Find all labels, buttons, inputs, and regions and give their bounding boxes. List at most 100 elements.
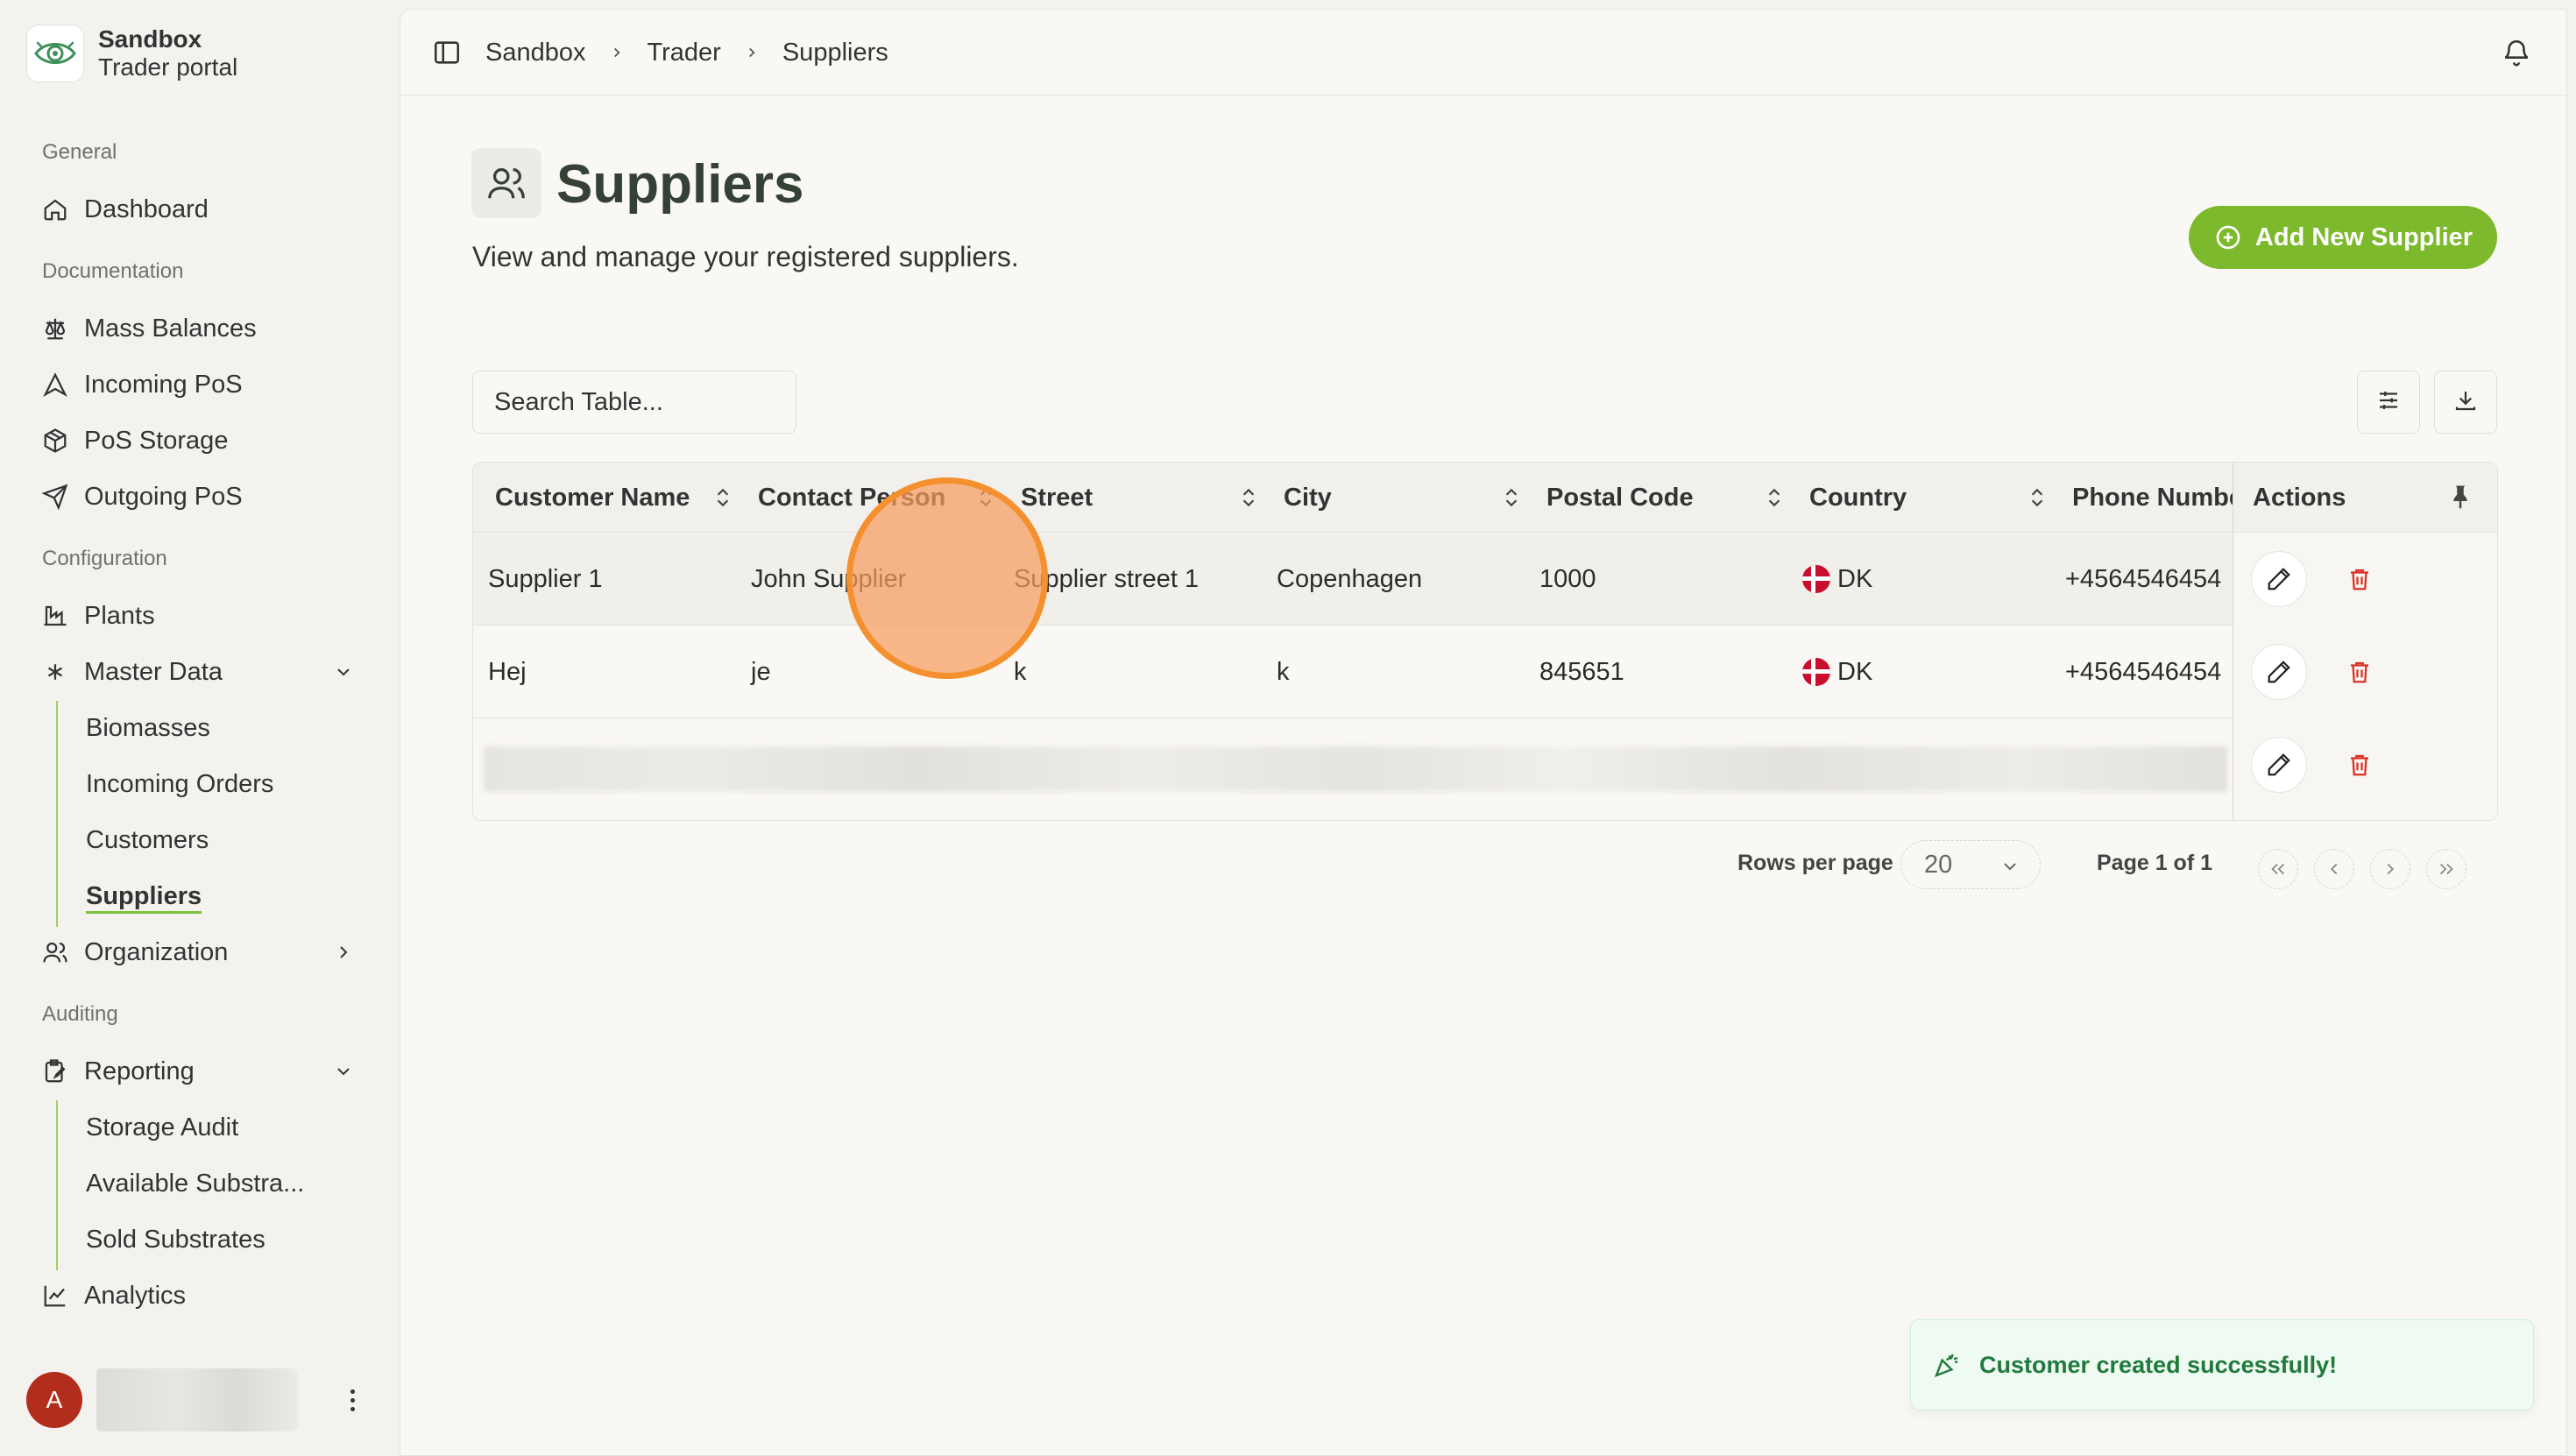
toast-message: Customer created successfully! (1979, 1351, 2338, 1378)
submenu-line (56, 1100, 58, 1270)
bell-icon[interactable] (2502, 38, 2531, 67)
more-vertical-icon[interactable] (343, 1389, 361, 1411)
previous-page-button[interactable] (2314, 849, 2354, 889)
scale-icon (40, 314, 70, 343)
chevron-down-icon[interactable] (329, 658, 357, 686)
sidebar-item-master-data[interactable]: Master Data (40, 647, 357, 696)
users-icon (40, 937, 70, 967)
sidebar-item-mass-balances[interactable]: Mass Balances (40, 304, 357, 353)
column-header-phone-number[interactable]: Phone Numbe (2072, 463, 2243, 533)
avatar[interactable]: A (26, 1372, 82, 1428)
sort-icon[interactable] (1500, 486, 1523, 509)
table-row[interactable]: Hej je k k 845651 DK +4564546454 (473, 626, 2497, 718)
sidebar-item-organization[interactable]: Organization (40, 928, 357, 977)
column-header-postal-code[interactable]: Postal Code (1546, 463, 1694, 533)
chevron-right-icon (2387, 863, 2395, 875)
breadcrumb-item-sandbox[interactable]: Sandbox (485, 39, 586, 67)
sidebar-subitem-customers[interactable]: Customers (86, 816, 209, 865)
last-page-button[interactable] (2426, 849, 2466, 889)
chevron-right-icon[interactable] (329, 938, 357, 966)
sidebar-item-label: Plants (84, 601, 155, 630)
sidebar-subitem-biomasses[interactable]: Biomasses (86, 703, 210, 753)
section-label-auditing: Auditing (42, 1002, 118, 1026)
column-header-country[interactable]: Country (1809, 463, 1907, 533)
sidebar-subitem-sold-substrates[interactable]: Sold Substrates (86, 1215, 265, 1264)
cell-customer-name: Supplier 1 (488, 564, 603, 593)
edit-button[interactable] (2251, 551, 2307, 607)
trash-icon (2351, 754, 2368, 776)
column-header-street[interactable]: Street (1021, 463, 1093, 533)
delete-button[interactable] (2342, 562, 2377, 597)
rows-per-page-value: 20 (1924, 850, 1953, 879)
sidebar-item-label: Organization (84, 937, 229, 966)
sidebar-item-reporting[interactable]: Reporting (40, 1047, 357, 1096)
chevrons-left-icon (2271, 863, 2285, 875)
pencil-icon (2268, 753, 2290, 776)
pencil-icon (2268, 568, 2290, 590)
cell-phone: +4564546454 (2065, 564, 2222, 593)
sidebar-subitem-suppliers[interactable]: Suppliers (86, 872, 202, 921)
send-incoming-icon (40, 370, 70, 399)
next-page-button[interactable] (2370, 849, 2410, 889)
chevron-down-icon[interactable] (329, 1057, 357, 1085)
sidebar-subitem-incoming-orders[interactable]: Incoming Orders (86, 760, 273, 809)
delete-button[interactable] (2342, 654, 2377, 689)
sidebar-item-label: Dashboard (84, 194, 209, 223)
redacted-content (484, 746, 2227, 792)
column-settings-button[interactable] (2357, 371, 2420, 434)
rows-per-page-select[interactable]: 20 (1900, 840, 2041, 889)
actions-header: Actions (2233, 463, 2497, 533)
rows-per-page-label: Rows per page (1737, 851, 1893, 875)
factory-icon (40, 601, 70, 631)
first-page-button[interactable] (2258, 849, 2298, 889)
brand[interactable]: Sandbox Trader portal (26, 25, 237, 82)
breadcrumb-item-suppliers: Suppliers (782, 38, 888, 67)
search-input[interactable] (472, 371, 796, 434)
sort-icon[interactable] (1763, 486, 1786, 509)
edit-button[interactable] (2251, 737, 2307, 793)
user-name-redacted (96, 1368, 298, 1431)
cell-city: k (1277, 657, 1290, 686)
chevron-left-icon (2330, 863, 2338, 875)
sidebar-subitem-storage-audit[interactable]: Storage Audit (86, 1103, 238, 1152)
cell-city: Copenhagen (1277, 564, 1423, 593)
delete-button[interactable] (2342, 747, 2377, 782)
cell-phone: +4564546454 (2065, 657, 2222, 686)
user-menu[interactable]: A (26, 1368, 373, 1431)
table-row[interactable]: Supplier 1 John Supplier Supplier street… (473, 533, 2497, 626)
sidebar-item-label: Mass Balances (84, 314, 257, 343)
sidebar-item-incoming-pos[interactable]: Incoming PoS (40, 360, 357, 409)
trash-icon (2351, 661, 2368, 683)
chevron-right-icon (609, 45, 625, 60)
sidebar-subitem-available-substrates[interactable]: Available Substra... (86, 1159, 304, 1208)
sidebar-item-plants[interactable]: Plants (40, 591, 357, 640)
sort-icon[interactable] (2026, 486, 2049, 509)
table-row-redacted[interactable] (473, 718, 2497, 811)
pin-icon[interactable] (2447, 484, 2473, 514)
add-new-supplier-label: Add New Supplier (2254, 223, 2473, 251)
chevron-down-icon (1999, 855, 2020, 876)
cell-country: DK (1802, 626, 1872, 718)
denmark-flag-icon (1802, 565, 1830, 593)
sidebar-item-pos-storage[interactable]: PoS Storage (40, 416, 357, 465)
sidebar-item-outgoing-pos[interactable]: Outgoing PoS (40, 472, 357, 521)
column-header-city[interactable]: City (1284, 463, 1332, 533)
sort-icon[interactable] (711, 486, 734, 509)
success-toast[interactable]: Customer created successfully! (1910, 1319, 2534, 1410)
add-new-supplier-button[interactable]: Add New Supplier (2189, 206, 2497, 269)
cell-customer-name: Hej (488, 657, 527, 686)
edit-button[interactable] (2251, 644, 2307, 700)
package-icon (40, 426, 70, 456)
sliders-icon (2375, 387, 2402, 418)
submenu-line (56, 701, 58, 927)
column-header-customer-name[interactable]: Customer Name (495, 463, 690, 533)
sidebar-toggle-icon[interactable] (432, 38, 462, 67)
breadcrumb-item-trader[interactable]: Trader (648, 39, 721, 67)
sidebar-item-dashboard[interactable]: Dashboard (40, 185, 357, 234)
sidebar-item-analytics[interactable]: Analytics (40, 1271, 357, 1320)
denmark-flag-icon (1802, 658, 1830, 686)
section-label-configuration: Configuration (42, 547, 167, 570)
sidebar-item-label: Analytics (84, 1281, 187, 1310)
download-button[interactable] (2434, 371, 2497, 434)
sort-icon[interactable] (1237, 486, 1260, 509)
